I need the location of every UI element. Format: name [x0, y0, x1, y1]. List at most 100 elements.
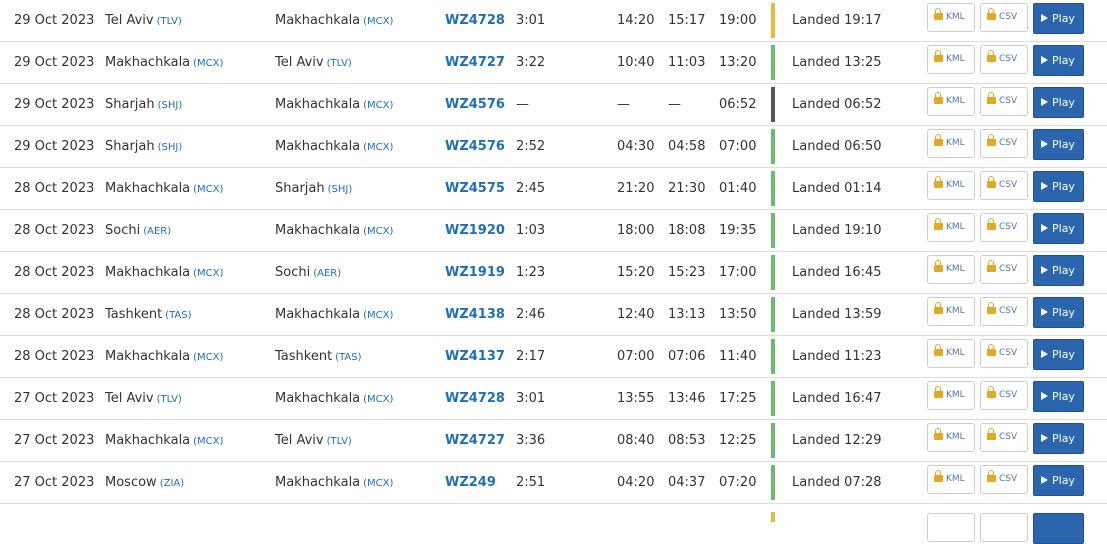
- csv-button[interactable]: CSV: [980, 171, 1028, 200]
- kml-button[interactable]: KML: [927, 255, 975, 284]
- origin-code-link[interactable]: (TLV): [157, 16, 182, 27]
- flight-number-link[interactable]: WZ4576: [445, 126, 505, 167]
- origin-code-link[interactable]: (MCX): [193, 58, 223, 69]
- flight-number-link[interactable]: WZ1919: [445, 252, 505, 293]
- duration-cell: 2:51: [516, 475, 546, 490]
- play-button[interactable]: Play: [1033, 381, 1084, 412]
- origin-code-link[interactable]: (TAS): [165, 310, 191, 321]
- origin-cell: Moscow (ZIA): [105, 462, 184, 503]
- destination-code-link[interactable]: (TLV): [327, 436, 352, 447]
- flight-number-link[interactable]: WZ249: [445, 462, 496, 503]
- actual-departure-cell: 13:46: [668, 391, 706, 406]
- destination-cell: Makhachkala (MCX): [275, 0, 393, 41]
- play-icon: [1041, 182, 1048, 190]
- destination-code-link[interactable]: (MCX): [363, 142, 393, 153]
- flight-number-link[interactable]: WZ4727: [445, 420, 505, 461]
- flight-number-link[interactable]: WZ4576: [445, 84, 505, 125]
- destination-code-link[interactable]: (TLV): [327, 58, 352, 69]
- origin-code-link[interactable]: (MCX): [193, 268, 223, 279]
- csv-button[interactable]: CSV: [980, 3, 1028, 32]
- origin-code-link[interactable]: (AER): [143, 226, 171, 237]
- origin-code-link[interactable]: (TLV): [157, 394, 182, 405]
- destination-code-link[interactable]: (MCX): [363, 478, 393, 489]
- origin-code-link[interactable]: (SHJ): [158, 142, 183, 153]
- play-icon: [1041, 308, 1048, 316]
- play-button[interactable]: Play: [1033, 297, 1084, 328]
- csv-button[interactable]: CSV: [980, 45, 1028, 74]
- flight-number-link[interactable]: WZ4728: [445, 378, 505, 419]
- destination-code-link[interactable]: (TAS): [335, 352, 361, 363]
- partial-table-row: [0, 505, 1107, 544]
- csv-label: CSV: [999, 306, 1018, 316]
- csv-button[interactable]: CSV: [980, 255, 1028, 284]
- destination-code-link[interactable]: (MCX): [363, 226, 393, 237]
- play-button[interactable]: Play: [1033, 465, 1084, 496]
- play-label: Play: [1052, 306, 1075, 319]
- lock-icon: [987, 344, 996, 356]
- csv-button[interactable]: CSV: [980, 423, 1028, 452]
- csv-button[interactable]: CSV: [980, 87, 1028, 116]
- destination-code-link[interactable]: (MCX): [363, 310, 393, 321]
- origin-code-link[interactable]: (MCX): [193, 352, 223, 363]
- destination-code-link[interactable]: (MCX): [363, 394, 393, 405]
- play-button[interactable]: Play: [1033, 255, 1084, 286]
- kml-button[interactable]: [927, 513, 975, 542]
- destination-code-link[interactable]: (SHJ): [328, 184, 353, 195]
- csv-button[interactable]: [980, 513, 1028, 542]
- play-button[interactable]: Play: [1033, 339, 1084, 370]
- kml-button[interactable]: KML: [927, 45, 975, 74]
- destination-code-link[interactable]: (MCX): [363, 16, 393, 27]
- kml-button[interactable]: KML: [927, 171, 975, 200]
- destination-cell: Makhachkala (MCX): [275, 210, 393, 251]
- csv-label: CSV: [999, 180, 1018, 190]
- destination-cell: Tel Aviv (TLV): [275, 420, 352, 461]
- flight-number-link[interactable]: WZ4137: [445, 336, 505, 377]
- play-button[interactable]: Play: [1033, 423, 1084, 454]
- play-button[interactable]: Play: [1033, 87, 1084, 118]
- kml-label: KML: [946, 348, 965, 358]
- csv-label: CSV: [999, 474, 1018, 484]
- play-button[interactable]: Play: [1033, 3, 1084, 34]
- lock-icon: [934, 428, 943, 440]
- destination-code-link[interactable]: (AER): [313, 268, 341, 279]
- duration-cell: 2:45: [516, 181, 546, 196]
- status-cell: Landed 13:59: [792, 307, 882, 322]
- destination-city: Makhachkala: [275, 97, 361, 112]
- destination-cell: Tel Aviv (TLV): [275, 42, 352, 83]
- destination-code-link[interactable]: (MCX): [363, 100, 393, 111]
- origin-code-link[interactable]: (ZIA): [160, 478, 184, 489]
- play-button[interactable]: Play: [1033, 45, 1084, 76]
- flight-number-link[interactable]: WZ4728: [445, 0, 505, 41]
- kml-button[interactable]: KML: [927, 129, 975, 158]
- flight-number-link[interactable]: WZ4138: [445, 294, 505, 335]
- lock-icon: [987, 134, 996, 146]
- kml-button[interactable]: KML: [927, 423, 975, 452]
- kml-button[interactable]: KML: [927, 3, 975, 32]
- play-button[interactable]: Play: [1033, 213, 1084, 244]
- play-button[interactable]: [1033, 513, 1084, 544]
- flight-number-link[interactable]: WZ1920: [445, 210, 505, 251]
- csv-button[interactable]: CSV: [980, 129, 1028, 158]
- lock-icon: [987, 386, 996, 398]
- kml-button[interactable]: KML: [927, 339, 975, 368]
- kml-button[interactable]: KML: [927, 87, 975, 116]
- lock-icon: [987, 470, 996, 482]
- csv-button[interactable]: CSV: [980, 213, 1028, 242]
- flight-number-link[interactable]: WZ4727: [445, 42, 505, 83]
- kml-button[interactable]: KML: [927, 297, 975, 326]
- kml-label: KML: [946, 390, 965, 400]
- csv-button[interactable]: CSV: [980, 339, 1028, 368]
- origin-code-link[interactable]: (SHJ): [158, 100, 183, 111]
- csv-button[interactable]: CSV: [980, 381, 1028, 410]
- play-button[interactable]: Play: [1033, 171, 1084, 202]
- csv-button[interactable]: CSV: [980, 297, 1028, 326]
- play-button[interactable]: Play: [1033, 129, 1084, 160]
- flight-number-link[interactable]: WZ4575: [445, 168, 505, 209]
- csv-label: CSV: [999, 96, 1018, 106]
- origin-code-link[interactable]: (MCX): [193, 436, 223, 447]
- kml-button[interactable]: KML: [927, 465, 975, 494]
- origin-code-link[interactable]: (MCX): [193, 184, 223, 195]
- csv-button[interactable]: CSV: [980, 465, 1028, 494]
- kml-button[interactable]: KML: [927, 381, 975, 410]
- kml-button[interactable]: KML: [927, 213, 975, 242]
